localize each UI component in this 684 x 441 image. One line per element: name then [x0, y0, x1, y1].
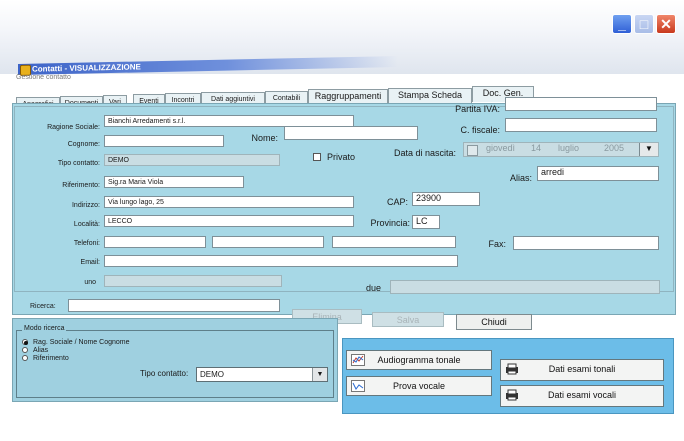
nome-label: Nome:: [251, 133, 278, 143]
cap-label: CAP:: [386, 197, 408, 207]
audiogram-chart-icon: [351, 354, 365, 366]
localita-label: Località:: [73, 221, 100, 228]
telefono-2-input[interactable]: [212, 236, 324, 248]
modo-ricerca-legend: Modo ricerca: [22, 324, 67, 334]
cognome-label: Cognome:: [67, 141, 100, 148]
chiudi-button[interactable]: Chiudi: [456, 314, 532, 330]
cognome-input[interactable]: [104, 135, 224, 147]
date-month: luglio: [558, 143, 580, 153]
data-nascita-label: Data di nascita:: [393, 148, 456, 158]
dati-esami-vocali-button[interactable]: Dati esami vocali: [500, 385, 664, 407]
cap-input[interactable]: 23900: [412, 192, 480, 206]
speech-test-icon: [351, 380, 365, 392]
radio-riferimento-label: Riferimento: [33, 355, 69, 362]
close-button[interactable]: ✕: [656, 14, 676, 34]
ragione-sociale-label: Ragione Sociale:: [47, 124, 100, 131]
partita-iva-input[interactable]: [505, 97, 657, 111]
prova-vocale-button[interactable]: Prova vocale: [346, 376, 492, 396]
app-title: Contatti - VISUALIZZAZIONE: [32, 62, 141, 74]
cfiscale-label: C. fiscale:: [460, 125, 500, 135]
nome-input[interactable]: [284, 126, 418, 140]
privato-checkbox[interactable]: [313, 153, 321, 161]
localita-input[interactable]: LECCO: [104, 215, 354, 227]
prova-vocale-label: Prova vocale: [392, 381, 446, 391]
modo-tipo-contatto-label: Tipo contatto:: [140, 369, 189, 378]
window-subtitle: Gestione contatto: [16, 74, 71, 81]
chevron-down-icon[interactable]: ▼: [312, 368, 327, 381]
date-year: 2005: [604, 143, 625, 153]
calendar-checkbox-icon[interactable]: [467, 145, 478, 156]
radio-rag-sociale-label: Rag. Sociale / Nome Cognome: [33, 339, 130, 346]
ricerca-label: Ricerca:: [30, 303, 56, 310]
due-label: due: [366, 283, 382, 293]
provincia-input[interactable]: LC: [412, 215, 440, 229]
date-day-number: 14: [531, 143, 542, 153]
minimize-button[interactable]: _: [612, 14, 632, 34]
radio-alias-label: Alias: [33, 347, 49, 354]
audiogramma-button[interactable]: Audiogramma tonale: [346, 350, 492, 370]
riferimento-label: Riferimento:: [62, 182, 100, 189]
ricerca-input[interactable]: [68, 299, 280, 312]
fax-label: Fax:: [488, 239, 506, 249]
uno-label: uno: [84, 279, 96, 286]
date-day-name: giovedì: [486, 143, 516, 153]
due-input: [390, 280, 660, 294]
email-label: Email:: [80, 259, 100, 266]
indirizzo-input[interactable]: Via lungo lago, 25: [104, 196, 354, 208]
privato-label: Privato: [327, 152, 356, 162]
data-nascita-picker[interactable]: giovedì 14 luglio 2005 ▼: [463, 142, 659, 157]
audiogramma-label: Audiogramma tonale: [377, 355, 461, 365]
provincia-label: Provincia:: [370, 218, 410, 228]
telefono-1-input[interactable]: [104, 236, 206, 248]
alias-label: Alias:: [509, 173, 532, 183]
alias-input[interactable]: arredi: [537, 166, 659, 181]
radio-riferimento[interactable]: [22, 355, 28, 361]
cfiscale-input[interactable]: [505, 118, 657, 132]
telefono-3-input[interactable]: [332, 236, 456, 248]
email-input[interactable]: [104, 255, 458, 267]
radio-rag-sociale[interactable]: [22, 339, 28, 345]
dati-esami-vocali-label: Dati esami vocali: [547, 390, 617, 400]
indirizzo-label: Indirizzo:: [71, 202, 100, 209]
printer-icon: [506, 389, 518, 401]
telefoni-label: Telefoni:: [73, 240, 100, 247]
maximize-button[interactable]: □: [634, 14, 654, 34]
radio-alias[interactable]: [22, 347, 28, 353]
riferimento-input[interactable]: Sig.ra Maria Viola: [104, 176, 244, 188]
printer-icon: [506, 363, 518, 375]
tab-stampa-scheda[interactable]: Stampa Scheda: [388, 88, 472, 104]
modo-tipo-contatto-value: DEMO: [200, 370, 224, 379]
salva-button[interactable]: Salva: [372, 312, 444, 327]
tipo-contatto-input: DEMO: [104, 154, 280, 166]
dati-esami-tonali-label: Dati esami tonali: [548, 364, 616, 374]
fax-input[interactable]: [513, 236, 659, 250]
partita-iva-label: Partita IVA:: [455, 104, 500, 114]
chevron-down-icon[interactable]: ▼: [639, 143, 658, 156]
dati-esami-tonali-button[interactable]: Dati esami tonali: [500, 359, 664, 381]
modo-tipo-contatto-select[interactable]: DEMO ▼: [196, 367, 328, 382]
uno-input: [104, 275, 282, 287]
tipo-contatto-label: Tipo contatto:: [57, 160, 100, 167]
